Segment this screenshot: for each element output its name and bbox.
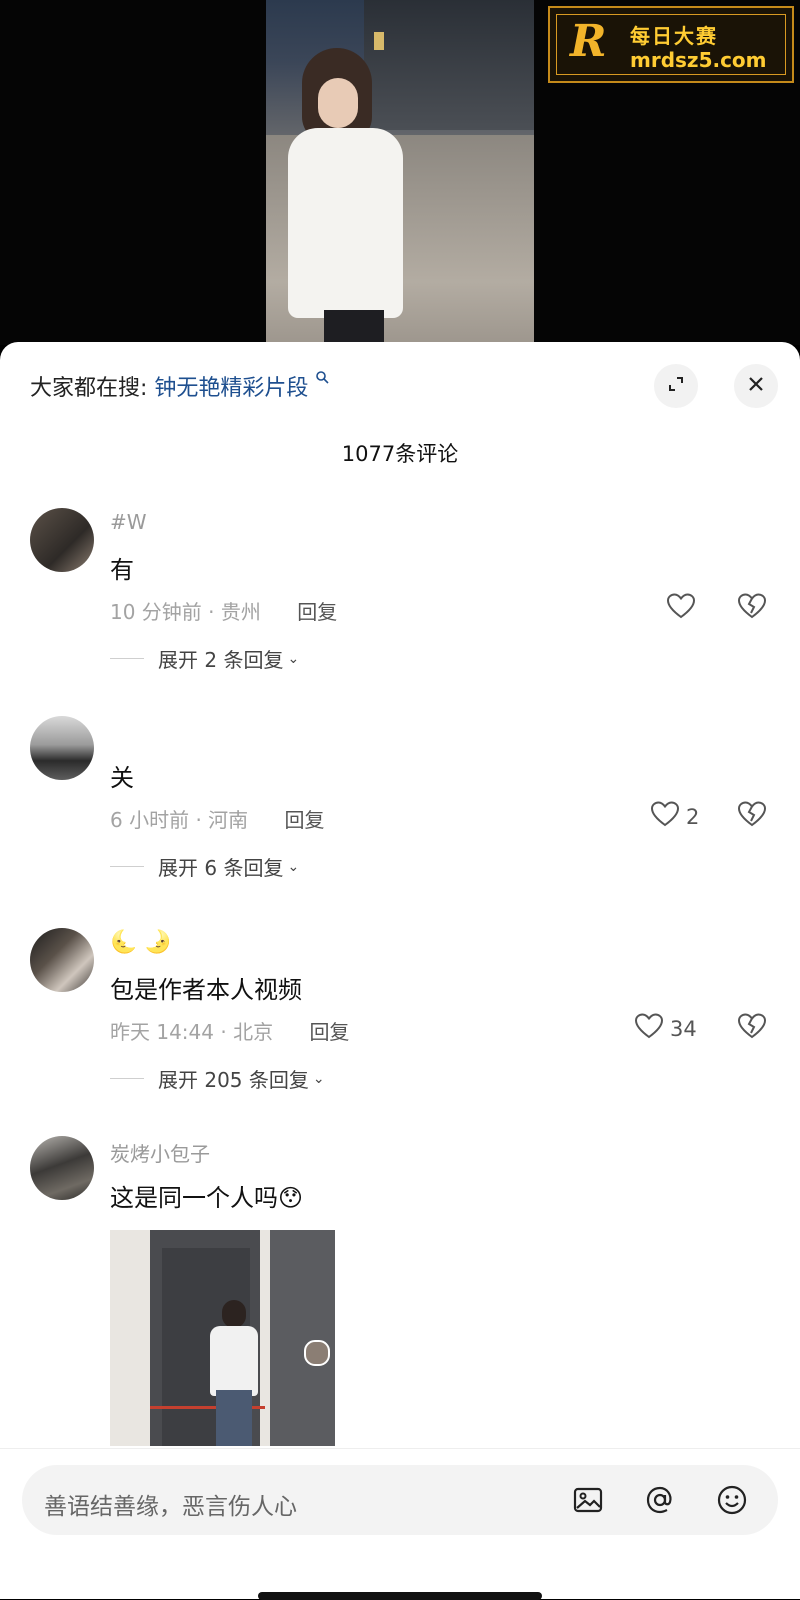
close-icon bbox=[746, 374, 766, 398]
person-shirt bbox=[288, 128, 403, 318]
site-watermark: R 每日大赛 mrdsz5.com bbox=[548, 6, 794, 83]
fullscreen-expand-icon bbox=[666, 374, 686, 398]
like-count: 34 bbox=[670, 1016, 697, 1041]
comment-time-location: 6 小时前 · 河南 bbox=[110, 808, 249, 832]
like-button[interactable] bbox=[666, 592, 696, 625]
comment-input[interactable]: 善语结善缘，恶言伤人心 bbox=[22, 1465, 778, 1535]
broken-heart-icon bbox=[737, 801, 767, 832]
image-side-avatar bbox=[304, 1340, 330, 1366]
home-indicator bbox=[258, 1592, 542, 1600]
expand-replies-button[interactable]: 展开 205 条回复 ⌄ bbox=[110, 1064, 325, 1093]
reply-button[interactable]: 回复 bbox=[297, 600, 337, 624]
dislike-button[interactable] bbox=[737, 800, 767, 832]
comment-text: 包是作者本人视频 bbox=[110, 976, 302, 1004]
expand-replies-button[interactable]: 展开 2 条回复 ⌄ bbox=[110, 644, 299, 673]
person-face bbox=[318, 78, 358, 128]
comment-sheet: 大家都在搜: 钟无艳精彩片段 1077条评论 #W 有 10 分钟前 · 贵州 … bbox=[0, 342, 800, 1598]
fullscreen-button[interactable] bbox=[654, 364, 698, 408]
comment-count: 1077条评论 bbox=[341, 442, 459, 466]
comment-text: 这是同一个人吗😯 bbox=[110, 1184, 304, 1212]
expand-replies-label: 展开 2 条回复 bbox=[158, 648, 284, 672]
broken-heart-icon bbox=[737, 593, 767, 624]
comment-time-location: 昨天 14:44 · 北京 bbox=[110, 1020, 274, 1044]
comment-meta: 10 分钟前 · 贵州 回复 bbox=[110, 596, 337, 625]
background-building bbox=[364, 0, 534, 130]
comment-username[interactable]: #W bbox=[110, 510, 147, 534]
divider bbox=[110, 1078, 144, 1079]
search-term-link[interactable]: 钟无艳精彩片段 bbox=[154, 376, 308, 401]
expand-replies-button[interactable]: 展开 6 条回复 ⌄ bbox=[110, 852, 299, 881]
dislike-button[interactable] bbox=[737, 1012, 767, 1044]
comment-username[interactable]: 炭烤小包子 bbox=[110, 1138, 210, 1167]
comment-input-bar: 善语结善缘，恶言伤人心 bbox=[0, 1448, 800, 1600]
avatar[interactable] bbox=[30, 508, 94, 572]
watermark-title: 每日大赛 bbox=[630, 24, 718, 48]
building-window bbox=[374, 32, 384, 50]
chevron-down-icon: ⌄ bbox=[312, 1070, 325, 1087]
expand-replies-label: 展开 6 条回复 bbox=[158, 856, 284, 880]
person-legs bbox=[324, 310, 384, 345]
input-placeholder: 善语结善缘，恶言伤人心 bbox=[44, 1494, 297, 1520]
divider bbox=[110, 658, 144, 659]
image-person-head bbox=[222, 1300, 246, 1328]
video-player[interactable]: R 每日大赛 mrdsz5.com bbox=[0, 0, 800, 345]
trending-search[interactable]: 大家都在搜: 钟无艳精彩片段 bbox=[30, 370, 330, 402]
divider bbox=[110, 866, 144, 867]
image-person-legs bbox=[216, 1390, 252, 1446]
reply-button[interactable]: 回复 bbox=[309, 1020, 349, 1044]
heart-icon bbox=[666, 592, 696, 625]
reply-button[interactable]: 回复 bbox=[285, 808, 325, 832]
like-button[interactable]: 34 bbox=[634, 1012, 697, 1045]
image-person-body bbox=[210, 1326, 258, 1396]
expand-replies-label: 展开 205 条回复 bbox=[158, 1068, 309, 1092]
dislike-button[interactable] bbox=[737, 592, 767, 624]
comment-meta: 昨天 14:44 · 北京 回复 bbox=[110, 1016, 349, 1045]
close-button[interactable] bbox=[734, 364, 778, 408]
avatar[interactable] bbox=[30, 716, 94, 780]
comment-text: 关 bbox=[110, 764, 134, 792]
like-button[interactable]: 2 bbox=[650, 800, 699, 833]
comment-text: 有 bbox=[110, 556, 134, 584]
chevron-down-icon: ⌄ bbox=[287, 858, 300, 875]
heart-icon bbox=[650, 800, 680, 833]
like-count: 2 bbox=[686, 804, 700, 829]
watermark-url: mrdsz5.com bbox=[630, 48, 767, 72]
comment-time-location: 10 分钟前 · 贵州 bbox=[110, 600, 261, 624]
comment-username[interactable]: 🌜 🌛 bbox=[110, 930, 172, 955]
watermark-logo: R bbox=[570, 16, 607, 67]
avatar[interactable] bbox=[30, 1136, 94, 1200]
comment-meta: 6 小时前 · 河南 回复 bbox=[110, 804, 325, 833]
heart-icon bbox=[634, 1012, 664, 1045]
broken-heart-icon bbox=[737, 1013, 767, 1044]
video-frame[interactable] bbox=[266, 0, 534, 345]
avatar[interactable] bbox=[30, 928, 94, 992]
image-icon[interactable] bbox=[572, 1484, 604, 1516]
chevron-down-icon: ⌄ bbox=[287, 650, 300, 667]
image-wall bbox=[270, 1230, 335, 1446]
at-icon[interactable] bbox=[644, 1484, 676, 1516]
search-prefix: 大家都在搜: bbox=[30, 376, 148, 401]
comment-image[interactable] bbox=[110, 1230, 335, 1446]
smiley-icon[interactable] bbox=[716, 1484, 748, 1516]
search-icon bbox=[315, 370, 330, 388]
